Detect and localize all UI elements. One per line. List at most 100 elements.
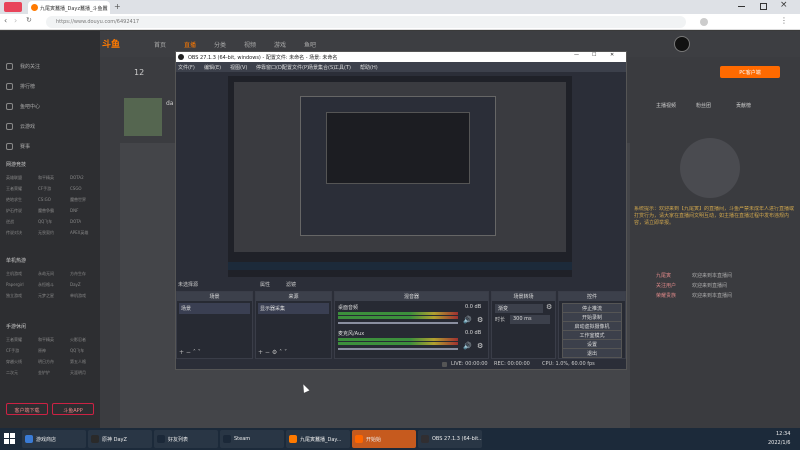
sidebar-item[interactable]: 排行榜 xyxy=(20,83,35,90)
transition-gear-icon[interactable]: ⚙ xyxy=(546,303,552,311)
source-item[interactable]: 显示器采集 xyxy=(258,303,329,314)
maximize-icon[interactable] xyxy=(760,3,767,10)
taskbar-item[interactable]: 游戏商店 xyxy=(22,430,86,448)
category-link[interactable]: CF手游 xyxy=(38,186,68,192)
category-link[interactable]: 和平精英 xyxy=(38,337,68,343)
url-input[interactable]: https://www.douyu.com/6492417 xyxy=(46,16,686,28)
close-icon[interactable]: × xyxy=(780,0,788,10)
browser-tab[interactable]: 九尾寅蠶播_Dayz蠶播_斗鱼蠶 xyxy=(28,1,110,14)
avatar[interactable] xyxy=(674,36,690,52)
douyu-logo[interactable]: 斗鱼 xyxy=(102,37,120,50)
category-link[interactable]: CSGO xyxy=(70,186,100,191)
properties-button[interactable]: 属性 xyxy=(260,281,270,288)
start-button[interactable] xyxy=(4,433,16,445)
mixer-gear-icon[interactable]: ⚙ xyxy=(477,316,483,324)
extension-icon[interactable] xyxy=(700,18,708,26)
taskbar-item[interactable]: 原神 DayZ xyxy=(88,430,152,448)
volume-slider[interactable] xyxy=(338,348,458,350)
clock-time[interactable]: 12:34 xyxy=(776,431,790,437)
taskbar-item[interactable]: Steam xyxy=(220,430,284,448)
category-link[interactable]: 原神 xyxy=(38,348,68,354)
category-link[interactable]: 无畏契约 xyxy=(38,230,68,236)
obs-maximize-icon[interactable]: ☐ xyxy=(592,52,596,58)
chat-user[interactable]: 九尾寅 xyxy=(656,272,671,279)
mixer-gear-icon[interactable]: ⚙ xyxy=(477,342,483,350)
category-link[interactable]: Papergirl xyxy=(6,282,36,287)
taskbar-item[interactable]: OBS 27.1.3 (64-bit... xyxy=(418,430,482,448)
category-link[interactable]: 独立游戏 xyxy=(6,293,36,299)
sidebar-bottom-button[interactable]: 斗鱼APP xyxy=(52,403,94,415)
category-link[interactable]: CS:GO xyxy=(38,197,68,202)
filters-button[interactable]: 滤镜 xyxy=(286,281,296,288)
category-link[interactable]: DOTA2 xyxy=(70,175,100,180)
taskbar-item[interactable]: 好友列表 xyxy=(154,430,218,448)
duration-input[interactable]: 300 ms xyxy=(510,315,550,324)
category-link[interactable]: 魔兽争霸 xyxy=(38,208,68,214)
category-link[interactable]: 炉石传说 xyxy=(6,208,36,214)
category-link[interactable]: QQ飞车 xyxy=(38,219,68,225)
new-tab-button[interactable]: + xyxy=(114,2,121,11)
nav-item[interactable]: 游戏 xyxy=(274,40,286,49)
category-link[interactable]: 金铲铲 xyxy=(38,370,68,376)
obs-close-icon[interactable]: ✕ xyxy=(610,52,614,58)
category-link[interactable]: 天涯明月 xyxy=(70,370,100,376)
sidebar-item[interactable]: 云游戏 xyxy=(20,123,35,130)
category-link[interactable]: 永恒格斗 xyxy=(38,282,68,288)
nav-item[interactable]: 视频 xyxy=(244,40,256,49)
category-link[interactable]: 和平精英 xyxy=(38,175,68,181)
category-link[interactable]: 传说对决 xyxy=(6,230,36,236)
menu-icon[interactable]: ⋮ xyxy=(780,16,788,25)
category-link[interactable]: QQ飞车 xyxy=(70,348,100,354)
obs-menu-item[interactable]: 编辑(E) xyxy=(204,64,221,71)
category-link[interactable]: DNF xyxy=(70,208,100,213)
sidebar-item[interactable]: 鱼吧中心 xyxy=(20,103,40,110)
category-link[interactable]: 火影忍者 xyxy=(70,337,100,343)
category-link[interactable]: 元梦之星 xyxy=(38,293,68,299)
obs-menu-item[interactable]: 场景集合(S) xyxy=(308,64,335,71)
chat-user[interactable]: 荣耀贵族 xyxy=(656,292,676,299)
obs-menu-item[interactable]: 视图(V) xyxy=(230,64,247,71)
minimize-icon[interactable] xyxy=(738,6,745,7)
category-link[interactable]: 逆战 xyxy=(6,219,36,225)
volume-slider[interactable] xyxy=(338,322,458,324)
category-link[interactable]: 英雄联盟 xyxy=(6,175,36,181)
taskbar-item[interactable]: 九尾寅蠶播_Day... xyxy=(286,430,350,448)
chat-user[interactable]: 关注用户 xyxy=(656,282,676,289)
category-link[interactable]: DOTA xyxy=(70,219,100,224)
category-link[interactable]: 方舟生存 xyxy=(70,271,100,277)
obs-menu-item[interactable]: 文件(F) xyxy=(178,64,195,71)
category-link[interactable]: 二次元 xyxy=(6,370,36,376)
reload-icon[interactable]: ↻ xyxy=(26,16,32,24)
browser-app-icon[interactable] xyxy=(4,2,22,12)
category-link[interactable]: 永劫无间 xyxy=(38,271,68,277)
scene-item[interactable]: 场景 xyxy=(179,303,250,314)
category-link[interactable]: 穿越火线 xyxy=(6,359,36,365)
obs-menu-item[interactable]: 停靠窗口(D) xyxy=(256,64,284,71)
nav-item[interactable]: 鱼吧 xyxy=(304,40,316,49)
category-link[interactable]: 绝地求生 xyxy=(6,197,36,203)
category-link[interactable]: 王者荣耀 xyxy=(6,186,36,192)
sidebar-item[interactable]: 我的关注 xyxy=(20,63,40,70)
nav-item[interactable]: 分类 xyxy=(214,40,226,49)
clock-date[interactable]: 2022/1/6 xyxy=(768,440,790,446)
category-link[interactable]: 王者荣耀 xyxy=(6,337,36,343)
category-link[interactable]: 主机游戏 xyxy=(6,271,36,277)
streamer-name[interactable]: da xyxy=(166,100,174,107)
nav-item[interactable]: 首页 xyxy=(154,40,166,49)
category-link[interactable]: 明日方舟 xyxy=(38,359,68,365)
source-controls[interactable]: + − ⚙ ˄ ˅ xyxy=(258,349,287,356)
right-tab[interactable]: 贡献榜 xyxy=(736,102,751,109)
scene-controls[interactable]: + − ˄ ˅ xyxy=(179,349,201,356)
control-button[interactable]: 退出 xyxy=(562,348,622,358)
transition-select[interactable]: 渐变 xyxy=(495,304,543,313)
speaker-icon[interactable]: 🔊 xyxy=(463,316,472,324)
streamer-avatar[interactable] xyxy=(124,98,162,136)
obs-menu-item[interactable]: 帮助(H) xyxy=(360,64,378,71)
category-link[interactable]: 单机游戏 xyxy=(70,293,100,299)
pc-download-button[interactable]: PC客户端 xyxy=(720,66,780,78)
category-link[interactable]: APEX英雄 xyxy=(70,230,100,236)
back-icon[interactable]: ‹ xyxy=(4,16,7,25)
right-tab[interactable]: 主播视频 xyxy=(656,102,676,109)
taskbar-item[interactable]: 开始始 xyxy=(352,430,416,448)
category-link[interactable]: DayZ xyxy=(70,282,100,287)
